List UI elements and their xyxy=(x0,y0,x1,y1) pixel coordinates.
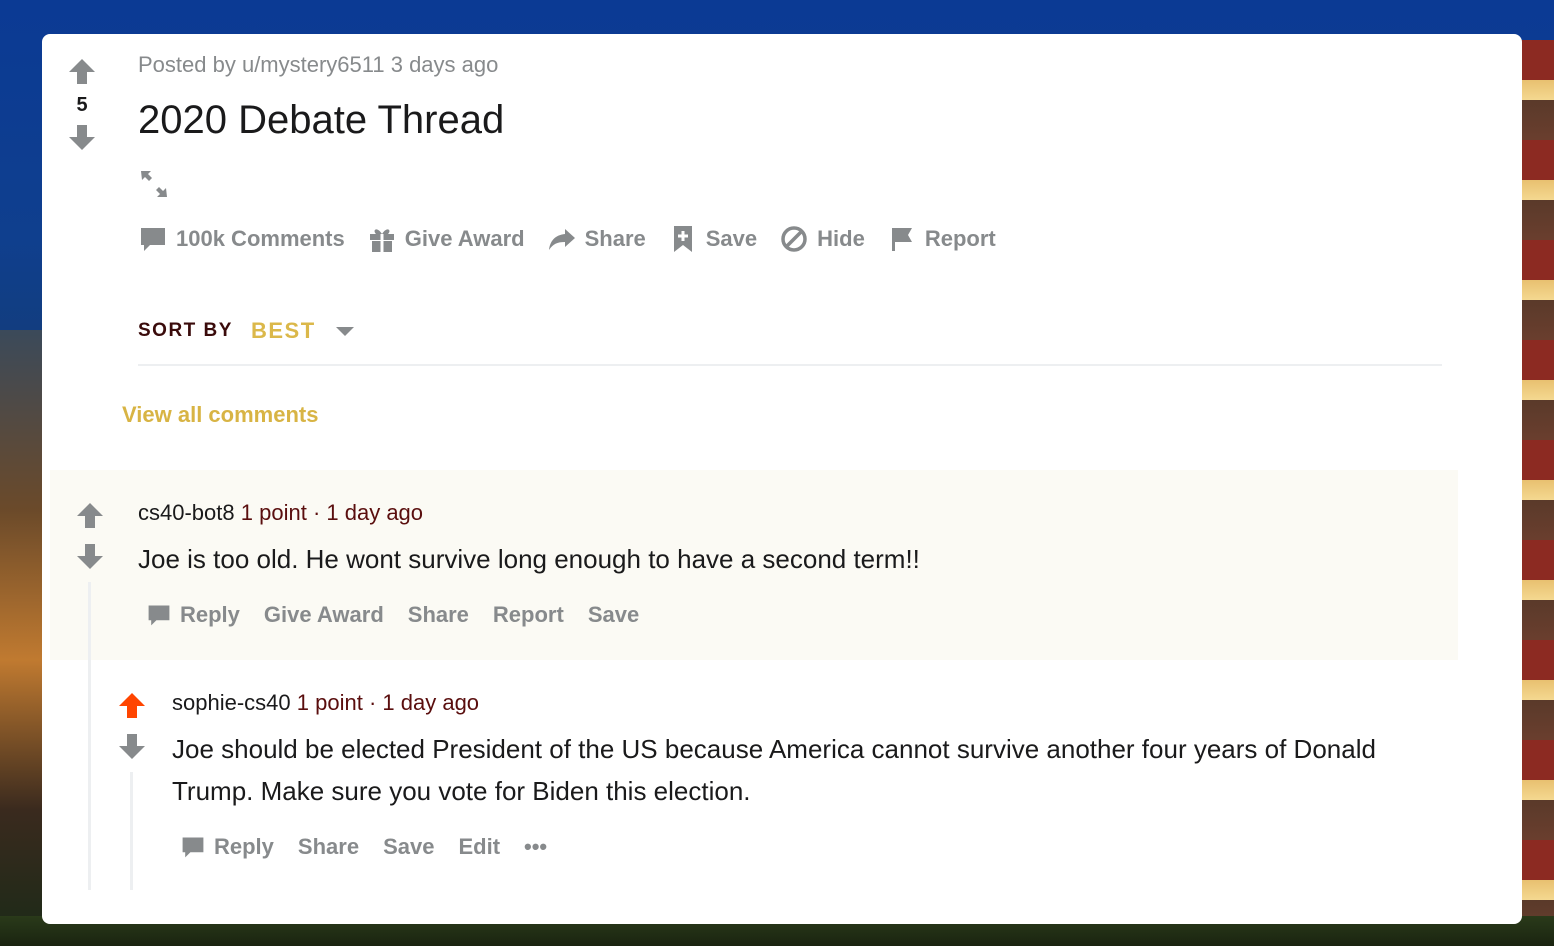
post-title: 2020 Debate Thread xyxy=(138,98,505,142)
report-button[interactable]: Report xyxy=(493,602,564,628)
report-label: Report xyxy=(924,226,996,251)
post-meta: Posted by u/mystery6511 3 days ago xyxy=(138,52,499,77)
meta-separator: · xyxy=(368,690,377,715)
post-vote-column: 5 xyxy=(64,56,100,153)
comments-count-label: 100k Comments xyxy=(176,226,345,251)
comment-author[interactable]: sophie-cs40 xyxy=(172,690,291,715)
downvote-arrow-icon[interactable] xyxy=(75,542,105,572)
reply-button[interactable]: Reply xyxy=(146,602,240,628)
post-score: 5 xyxy=(76,94,88,116)
comment-points: 1 point xyxy=(240,500,307,525)
comments-button[interactable]: 100k Comments xyxy=(138,224,345,254)
edit-button[interactable]: Edit xyxy=(458,834,500,860)
reply-label: Reply xyxy=(214,834,274,859)
reply-vote-column xyxy=(114,690,150,762)
hide-circle-slash-icon xyxy=(781,226,807,252)
save-button[interactable]: Save xyxy=(588,602,639,628)
reply-label: Reply xyxy=(180,602,240,627)
comment-body: Joe is too old. He wont survive long eno… xyxy=(138,544,920,574)
comment-points: 1 point xyxy=(296,690,363,715)
comment-actions: Reply Give Award Share Report Save xyxy=(146,602,663,628)
upvote-arrow-icon[interactable] xyxy=(67,56,97,86)
share-arrow-icon xyxy=(548,229,575,250)
share-button[interactable]: Share xyxy=(408,602,469,628)
reply-button[interactable]: Reply xyxy=(180,834,274,860)
reply-meta: sophie-cs40 1 point · 1 day ago xyxy=(172,690,479,716)
save-button[interactable]: Save xyxy=(383,834,434,860)
save-label: Save xyxy=(705,226,758,251)
comment-vote-column xyxy=(72,500,108,572)
comment-timestamp: 1 day ago xyxy=(326,500,424,525)
more-options-button[interactable]: ••• xyxy=(524,834,547,860)
comment-author[interactable]: cs40-bot8 xyxy=(138,500,235,525)
post-actions: 100k Comments Give Award Share Save Hide… xyxy=(138,224,1018,254)
thread-line[interactable] xyxy=(130,772,133,890)
share-button[interactable]: Share xyxy=(547,224,646,254)
save-button[interactable]: Save xyxy=(668,224,757,254)
chevron-down-icon[interactable] xyxy=(334,324,356,338)
flag-icon xyxy=(891,228,912,251)
bookmark-plus-icon xyxy=(673,226,692,252)
thread-line[interactable] xyxy=(88,582,91,890)
give-award-label: Give Award xyxy=(404,226,525,251)
downvote-arrow-icon[interactable] xyxy=(67,123,97,153)
sort-divider xyxy=(138,364,1442,366)
view-all-comments-link[interactable]: View all comments xyxy=(122,402,318,428)
comment-timestamp: 1 day ago xyxy=(382,690,480,715)
reply-actions: Reply Share Save Edit ••• xyxy=(180,834,571,860)
background-building-left xyxy=(0,330,48,930)
sort-control: SORT BY BEST xyxy=(138,318,356,344)
reply-body: Joe should be elected President of the U… xyxy=(172,734,1376,806)
hide-label: Hide xyxy=(817,226,865,251)
give-award-button[interactable]: Give Award xyxy=(264,602,384,628)
comment-bubble-icon xyxy=(141,228,165,251)
share-label: Share xyxy=(584,226,646,251)
downvote-arrow-icon[interactable] xyxy=(117,732,147,762)
share-button[interactable]: Share xyxy=(298,834,359,860)
expand-icon[interactable] xyxy=(138,168,170,200)
give-award-button[interactable]: Give Award xyxy=(367,224,525,254)
upvote-arrow-active-icon[interactable] xyxy=(117,690,147,720)
comment-meta: cs40-bot8 1 point · 1 day ago xyxy=(138,500,423,526)
report-button[interactable]: Report xyxy=(887,224,996,254)
post-card: 5 Posted by u/mystery6511 3 days ago 202… xyxy=(42,34,1522,924)
comment-bubble-icon xyxy=(182,837,204,858)
sort-by-label: SORT BY xyxy=(138,320,233,341)
hide-button[interactable]: Hide xyxy=(779,224,865,254)
background-building-right xyxy=(1520,40,1554,920)
comment-bubble-icon xyxy=(148,605,170,626)
meta-separator: · xyxy=(312,500,321,525)
upvote-arrow-icon[interactable] xyxy=(75,500,105,530)
gift-icon xyxy=(369,229,394,252)
sort-dropdown[interactable]: BEST xyxy=(251,318,316,344)
